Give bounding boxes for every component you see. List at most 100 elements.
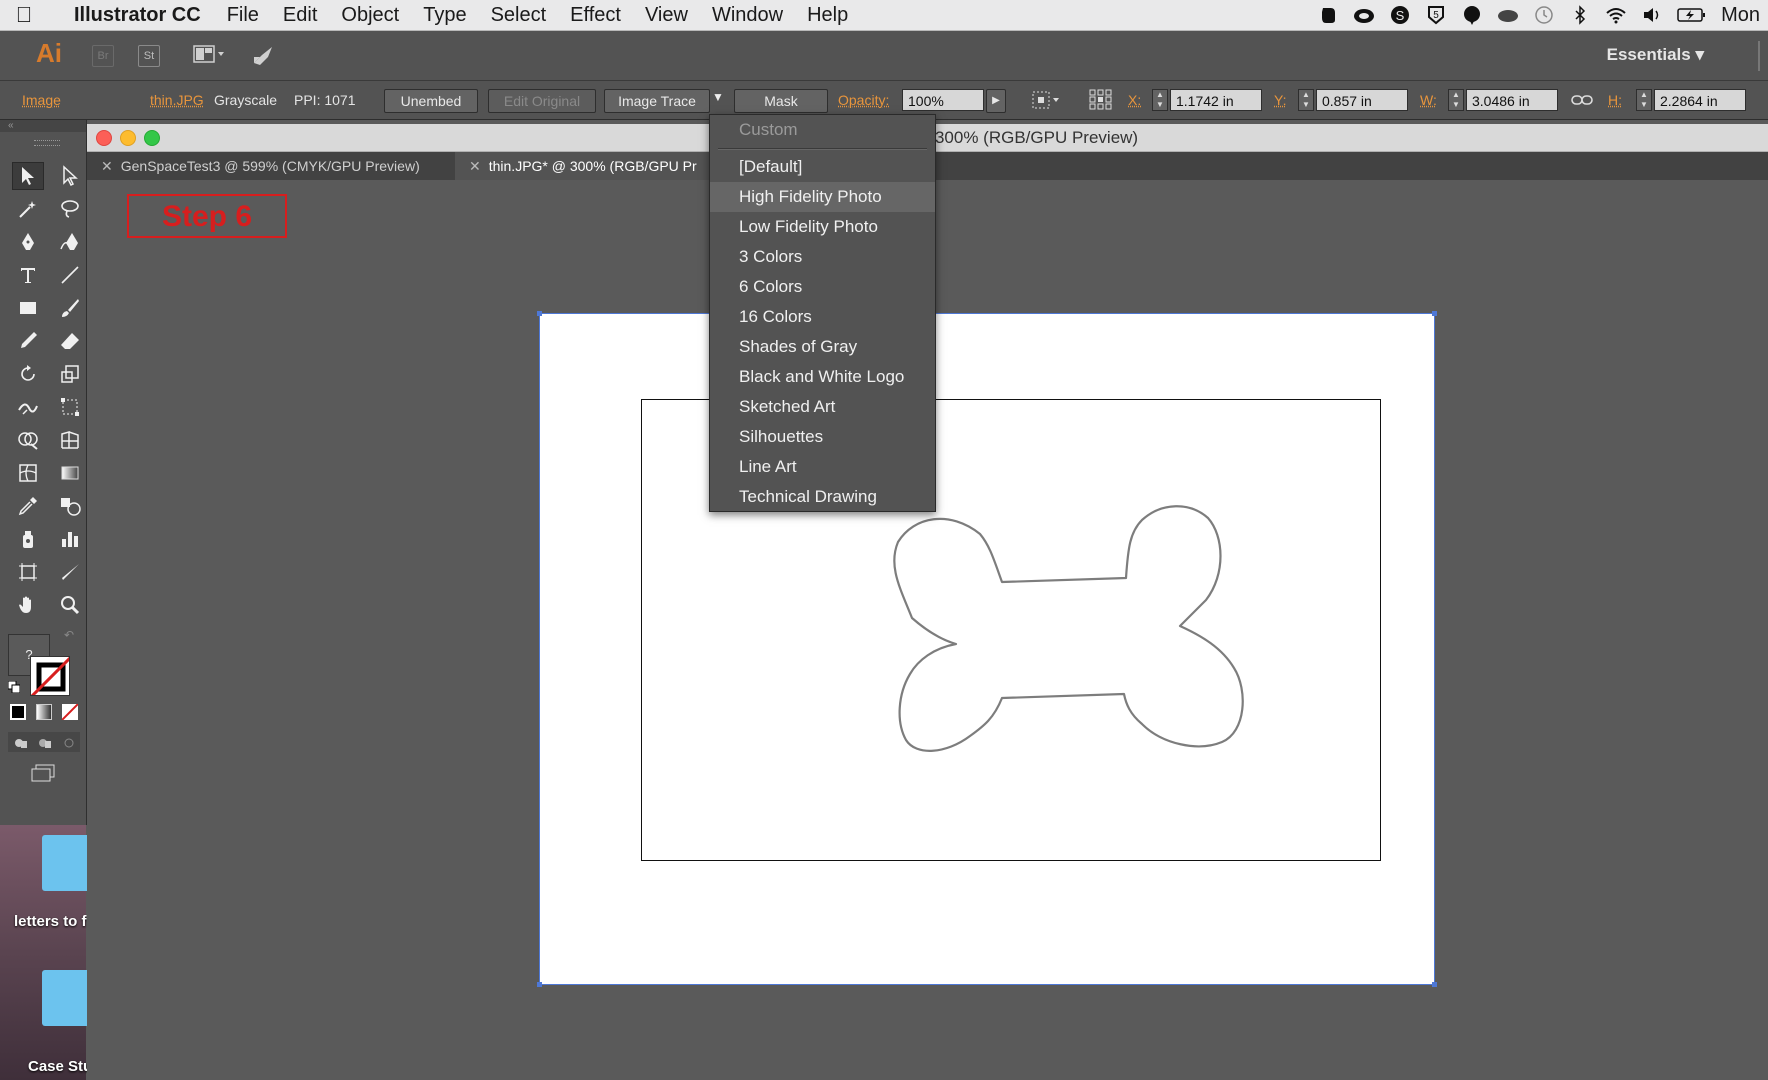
x-field[interactable]: 1.1742 in <box>1170 89 1262 111</box>
preset-option-silhouettes[interactable]: Silhouettes <box>710 422 935 452</box>
swap-fill-stroke-icon[interactable]: ↶ <box>64 628 74 642</box>
linked-file-name[interactable]: thin.JPG <box>150 92 204 108</box>
selection-handle-top-left[interactable] <box>537 311 542 316</box>
menu-select[interactable]: Select <box>491 4 547 27</box>
y-label[interactable]: Y: <box>1274 92 1286 108</box>
desktop-item-label[interactable]: letters to f <box>14 913 87 930</box>
type-tool[interactable] <box>12 261 44 289</box>
menu-file[interactable]: File <box>227 4 259 27</box>
skype-icon[interactable]: S <box>1389 4 1411 26</box>
preset-option-3-colors[interactable]: 3 Colors <box>710 242 935 272</box>
mesh-tool[interactable] <box>12 459 44 487</box>
draw-behind-icon[interactable] <box>38 736 52 748</box>
selection-handle-bottom-left[interactable] <box>537 982 542 987</box>
tools-collapse-icon[interactable]: « <box>0 120 86 132</box>
h-field[interactable]: 2.2864 in <box>1654 89 1746 111</box>
preset-option-6-colors[interactable]: 6 Colors <box>710 272 935 302</box>
tab-genspacetest3[interactable]: ✕ GenSpaceTest3 @ 599% (CMYK/GPU Preview) <box>87 152 451 180</box>
edit-original-button[interactable]: Edit Original <box>488 89 596 113</box>
y-field[interactable]: 0.857 in <box>1316 89 1408 111</box>
apple-menu-icon[interactable]:  <box>0 2 48 28</box>
preset-option-line-art[interactable]: Line Art <box>710 452 935 482</box>
w-stepper[interactable]: ▲ ▼ <box>1448 89 1464 111</box>
object-type-label[interactable]: Image <box>22 92 61 108</box>
draw-inside-icon[interactable] <box>62 736 76 748</box>
selection-handle-bottom-right[interactable] <box>1432 982 1437 987</box>
image-trace-preset-chevron-down-icon[interactable]: ▼ <box>712 90 724 104</box>
preset-option-low-fidelity-photo[interactable]: Low Fidelity Photo <box>710 212 935 242</box>
y-stepper[interactable]: ▲ ▼ <box>1298 89 1314 111</box>
eraser-tool[interactable] <box>54 327 86 355</box>
slice-tool[interactable] <box>54 558 86 586</box>
opacity-field[interactable]: 100% <box>902 89 984 111</box>
stock-button[interactable]: St <box>138 45 160 67</box>
opacity-slider-button[interactable]: ▶ <box>986 89 1006 113</box>
workspace-switcher[interactable]: Essentials ▾ <box>1607 45 1704 65</box>
opacity-label[interactable]: Opacity: <box>838 92 889 108</box>
gpu-performance-button[interactable] <box>250 43 278 67</box>
placed-image-selection[interactable] <box>537 311 1437 987</box>
zoom-window-button[interactable] <box>144 130 160 146</box>
image-trace-button[interactable]: Image Trace <box>604 89 710 113</box>
eyedropper-tool[interactable] <box>12 492 44 520</box>
close-tab-icon[interactable]: ✕ <box>101 158 113 174</box>
symbol-sprayer-tool[interactable] <box>12 525 44 553</box>
preset-option-high-fidelity-photo[interactable]: High Fidelity Photo <box>710 182 935 212</box>
blend-tool[interactable] <box>54 492 86 520</box>
menu-window[interactable]: Window <box>712 4 783 27</box>
preset-option-default[interactable]: [Default] <box>710 152 935 182</box>
scale-tool[interactable] <box>54 360 86 388</box>
x-label[interactable]: X: <box>1128 92 1141 108</box>
column-graph-tool[interactable] <box>54 525 86 553</box>
paintbrush-tool[interactable] <box>54 294 86 322</box>
unembed-button[interactable]: Unembed <box>384 89 478 113</box>
x-stepper[interactable]: ▲ ▼ <box>1152 89 1168 111</box>
tab-thin-jpg[interactable]: ✕ thin.JPG* @ 300% (RGB/GPU Pr <box>455 152 709 180</box>
none-button-icon[interactable] <box>62 704 78 720</box>
menubar-clock[interactable]: Mon <box>1721 4 1760 27</box>
wifi-icon[interactable] <box>1605 4 1627 26</box>
screen-mode-button[interactable] <box>28 762 58 784</box>
color-button-icon[interactable] <box>10 704 26 720</box>
menu-view[interactable]: View <box>645 4 688 27</box>
reference-point-button[interactable] <box>1088 89 1114 111</box>
constrain-proportions-button[interactable] <box>1570 89 1596 111</box>
bluetooth-icon[interactable] <box>1569 4 1591 26</box>
tools-drag-handle[interactable] <box>34 140 60 146</box>
direct-selection-tool[interactable] <box>54 162 86 190</box>
draw-normal-icon[interactable] <box>14 736 28 748</box>
lasso-tool[interactable] <box>54 195 86 223</box>
width-tool[interactable] <box>12 393 44 421</box>
desktop-folder-icon[interactable] <box>42 970 90 1026</box>
gradient-tool[interactable] <box>54 459 86 487</box>
app-menu[interactable]: Illustrator CC <box>74 4 201 27</box>
evernote-icon[interactable] <box>1317 4 1339 26</box>
magic-wand-tool[interactable] <box>12 195 44 223</box>
default-fill-stroke-icon[interactable] <box>7 680 21 694</box>
menu-help[interactable]: Help <box>807 4 848 27</box>
preset-option-16-colors[interactable]: 16 Colors <box>710 302 935 332</box>
cloud-sync-icon[interactable] <box>1497 4 1519 26</box>
pen-tool[interactable] <box>12 228 44 256</box>
rectangle-tool[interactable] <box>12 294 44 322</box>
menu-object[interactable]: Object <box>341 4 399 27</box>
menu-type[interactable]: Type <box>423 4 466 27</box>
preset-option-shades-of-gray[interactable]: Shades of Gray <box>710 332 935 362</box>
artboard-tool[interactable] <box>12 558 44 586</box>
minimize-window-button[interactable] <box>120 130 136 146</box>
bridge-button[interactable]: Br <box>92 45 114 67</box>
selection-handle-top-right[interactable] <box>1432 311 1437 316</box>
curvature-tool[interactable] <box>54 228 86 256</box>
perspective-grid-tool[interactable] <box>54 426 86 454</box>
gradient-button-icon[interactable] <box>36 704 52 720</box>
chat-bubble-icon[interactable] <box>1461 4 1483 26</box>
preset-option-black-and-white-logo[interactable]: Black and White Logo <box>710 362 935 392</box>
shape-builder-tool[interactable] <box>12 426 44 454</box>
h-label[interactable]: H: <box>1608 92 1622 108</box>
selection-tool[interactable] <box>12 162 44 190</box>
rotate-tool[interactable] <box>12 360 44 388</box>
h-stepper[interactable]: ▲ ▼ <box>1636 89 1652 111</box>
desktop-folder-icon[interactable] <box>42 835 90 891</box>
align-to-selection-button[interactable] <box>1030 89 1059 111</box>
line-segment-tool[interactable] <box>54 261 86 289</box>
